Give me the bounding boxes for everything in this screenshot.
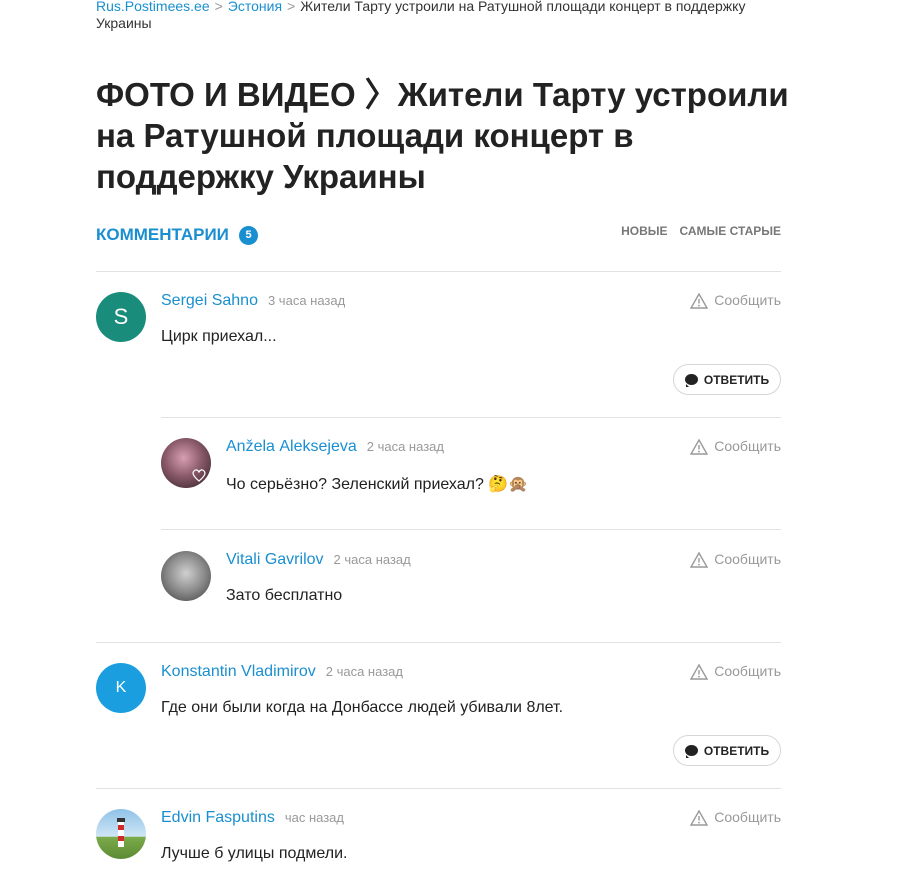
comment-author[interactable]: Konstantin Vladimirov: [161, 663, 316, 680]
comment-bubble-icon: [684, 374, 698, 387]
comment-author[interactable]: Edvin Fasputins: [161, 809, 275, 826]
reply-label: ОТВЕТИТЬ: [703, 372, 770, 387]
divider: [96, 642, 781, 643]
report-label: Сообщить: [714, 663, 781, 679]
breadcrumb-site-link[interactable]: Rus.Postimees.ee: [96, 0, 210, 14]
report-button[interactable]: Сообщить: [690, 438, 781, 455]
comment-bubble-icon: [684, 745, 698, 758]
comment: Edvin Fasputins час назад Сообщить Лучше …: [96, 809, 781, 869]
warning-icon: [690, 663, 709, 680]
breadcrumb: Rus.Postimees.ee > Эстония > Жители Тарту ус…: [96, 0, 786, 32]
avatar: [96, 809, 146, 859]
comment: S Sergei Sahno 3 часа назад Сообщить Цирк…: [96, 292, 781, 402]
breadcrumb-separator: >: [214, 0, 223, 14]
divider: [96, 271, 781, 272]
comment: K Konstantin Vladimirov 2 часа назад Сооб…: [96, 663, 781, 773]
comment-meta: Edvin Fasputins час назад: [161, 809, 344, 827]
comment-author[interactable]: Sergei Sahno: [161, 292, 258, 309]
reply-button[interactable]: ОТВЕТИТЬ: [673, 735, 781, 766]
avatar: K: [96, 663, 146, 713]
report-button[interactable]: Сообщить: [690, 809, 781, 826]
sort-oldest-button[interactable]: САМЫЕ СТАРЫЕ: [680, 224, 781, 238]
comment-text: Где они были когда на Донбассе людей уби…: [161, 699, 564, 716]
warning-icon: [690, 551, 709, 568]
warning-icon: [690, 809, 709, 826]
divider: [96, 788, 781, 789]
report-label: Сообщить: [714, 292, 781, 308]
sort-newest-button[interactable]: НОВЫЕ: [621, 224, 667, 238]
lighthouse-icon: [117, 818, 125, 847]
comment-author[interactable]: Vitali Gavrilov: [226, 551, 324, 568]
comment-time: 2 часа назад: [366, 439, 444, 454]
report-label: Сообщить: [714, 551, 781, 567]
comments-header: КОММЕНТАРИИ 5 НОВЫЕ САМЫЕ СТАРЫЕ: [96, 224, 781, 248]
report-button[interactable]: Сообщить: [690, 551, 781, 568]
comment-time: 3 часа назад: [267, 293, 346, 308]
comment-text: Лучше б улицы подмели.: [161, 845, 348, 862]
warning-icon: [690, 438, 709, 455]
comment-meta: Sergei Sahno 3 часа назад: [161, 292, 345, 310]
warning-icon: [690, 292, 709, 309]
divider: [161, 417, 781, 418]
comment-meta: Vitali Gavrilov 2 часа назад: [226, 551, 411, 569]
comment-reply: Anželа Aleksejeva 2 часа назад Сообщить Ч…: [161, 438, 781, 498]
report-label: Сообщить: [714, 438, 781, 454]
article-title: ФОТО И ВИДЕО 〉Жители Тарту устроили на Р…: [96, 76, 789, 195]
breadcrumb-section-link[interactable]: Эстония: [228, 0, 282, 14]
avatar: [161, 438, 211, 488]
comment-meta: Anželа Aleksejeva 2 часа назад: [226, 438, 444, 456]
comment-time: 2 часа назад: [325, 664, 403, 679]
heart-icon: [192, 469, 206, 482]
comment-text: Цирк приехал...: [161, 328, 277, 345]
report-button[interactable]: Сообщить: [690, 292, 781, 309]
reply-label: ОТВЕТИТЬ: [703, 743, 770, 758]
comment-meta: Konstantin Vladimirov 2 часа назад: [161, 663, 403, 681]
avatar: [161, 551, 211, 601]
avatar: S: [96, 292, 146, 342]
breadcrumb-separator: >: [287, 0, 296, 14]
comment-time: час назад: [284, 810, 344, 825]
comments-sort: НОВЫЕ САМЫЕ СТАРЫЕ: [609, 224, 781, 238]
reply-button[interactable]: ОТВЕТИТЬ: [673, 364, 781, 395]
comment-author[interactable]: Anželа Aleksejeva: [226, 438, 357, 455]
comment-text: Зато бесплатно: [226, 587, 343, 604]
report-label: Сообщить: [714, 809, 781, 825]
divider: [161, 529, 781, 530]
comment-reply: Vitali Gavrilov 2 часа назад Сообщить Зат…: [161, 551, 781, 611]
comments-count-badge: 5: [239, 226, 258, 245]
comments-title: КОММЕНТАРИИ: [96, 225, 229, 244]
comment-text: Чо серьёзно? Зеленский приехал? 🤔🙊: [226, 476, 529, 493]
report-button[interactable]: Сообщить: [690, 663, 781, 680]
comment-time: 2 часа назад: [333, 552, 411, 567]
